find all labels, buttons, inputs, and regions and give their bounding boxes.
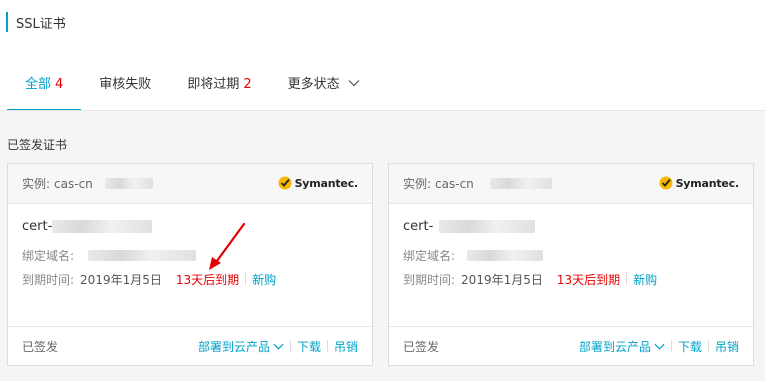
instance-value: cas-cn — [54, 176, 93, 191]
brand-name: Symantec. — [294, 176, 359, 190]
tab-more-status[interactable]: 更多状态 — [270, 58, 378, 111]
bound-domain-row: 绑定域名: — [403, 248, 739, 263]
revoke-link[interactable]: 吊销 — [334, 338, 358, 355]
chevron-down-icon[interactable] — [654, 341, 665, 352]
cert-prefix: cert- — [22, 218, 53, 234]
separator — [245, 273, 247, 285]
status-text: 已签发 — [22, 339, 59, 354]
expiry-label: 到期时间: — [22, 272, 75, 287]
separator — [289, 340, 291, 352]
divider — [0, 110, 765, 111]
status-tabs: 全部 4 审核失败 即将过期 2 更多状态 — [7, 58, 378, 111]
bound-domain-label: 绑定域名: — [22, 248, 75, 263]
expiry-date: 2019年1月5日 — [461, 272, 543, 287]
redacted-cert-name — [439, 219, 536, 233]
tab-more-status-label: 更多状态 — [287, 77, 340, 92]
tab-expiring-soon[interactable]: 即将过期 2 — [169, 58, 269, 111]
tab-expiring-count: 2 — [243, 77, 252, 92]
annotation-arrow-icon — [209, 222, 246, 270]
card-footer: 已签发 部署到云产品 下载 吊销 — [8, 326, 372, 365]
status-text: 已签发 — [403, 339, 440, 354]
title-accent-bar — [6, 12, 8, 32]
instance-value: cas-cn — [435, 176, 474, 191]
redacted-cert-name — [52, 219, 153, 233]
certificate-name: cert- — [22, 218, 358, 234]
renew-link[interactable]: 新购 — [252, 271, 276, 288]
checkmark-icon — [278, 176, 292, 190]
chevron-down-icon — [348, 80, 360, 87]
brand-logo: Symantec. — [278, 176, 358, 190]
expiry-label: 到期时间: — [403, 272, 456, 287]
instance-label: 实例: — [403, 177, 432, 191]
card-actions: 部署到云产品 下载 吊销 — [579, 338, 739, 355]
separator — [707, 340, 709, 352]
deploy-to-cloud-button[interactable]: 部署到云产品 — [198, 338, 270, 355]
tab-review-failed-label: 审核失败 — [99, 77, 152, 92]
tab-all[interactable]: 全部 4 — [7, 58, 82, 111]
expiry-date: 2019年1月5日 — [80, 272, 162, 287]
revoke-link[interactable]: 吊销 — [715, 338, 739, 355]
card-actions: 部署到云产品 下载 吊销 — [198, 338, 358, 355]
brand-name: Symantec. — [675, 176, 740, 190]
bound-domain-row: 绑定域名: — [22, 248, 358, 263]
card-body: cert- 绑定域名: 到期时间: 2019年1月5日 13天后到期 新购 — [389, 204, 753, 328]
page-title: SSL证书 — [16, 16, 66, 32]
expiry-notice: 13天后到期 — [175, 272, 240, 287]
card-body: cert- 绑定域名: 到期时间: 2019年1月5日 13天后到期 新购 — [8, 204, 372, 328]
tab-review-failed[interactable]: 审核失败 — [81, 58, 169, 111]
deploy-to-cloud-button[interactable]: 部署到云产品 — [579, 338, 651, 355]
title-area: SSL证书 — [6, 12, 66, 32]
download-link[interactable]: 下载 — [297, 338, 321, 355]
separator — [670, 340, 672, 352]
bound-domain-label: 绑定域名: — [403, 248, 456, 263]
tab-all-count: 4 — [55, 77, 64, 92]
certificate-card: 实例: cas-cn Symantec. cert- 绑定域名: 到期时间: 2… — [7, 163, 373, 366]
redacted-domain — [88, 249, 197, 261]
expiry-notice: 13天后到期 — [556, 272, 621, 287]
certificate-name: cert- — [403, 218, 739, 234]
renew-link[interactable]: 新购 — [633, 271, 657, 288]
card-header: 实例: cas-cn Symantec. — [8, 164, 372, 204]
expiry-row: 到期时间: 2019年1月5日 13天后到期 新购 — [22, 271, 358, 288]
redacted-instance-id — [104, 178, 153, 189]
card-footer: 已签发 部署到云产品 下载 吊销 — [389, 326, 753, 365]
download-link[interactable]: 下载 — [678, 338, 702, 355]
checkmark-icon — [659, 176, 673, 190]
tab-expiring-label: 即将过期 — [187, 77, 240, 92]
expiry-row: 到期时间: 2019年1月5日 13天后到期 新购 — [403, 271, 739, 288]
section-title: 已签发证书 — [7, 138, 68, 152]
redacted-instance-id — [489, 178, 552, 189]
redacted-domain — [467, 249, 544, 261]
tab-all-label: 全部 — [25, 77, 52, 92]
separator — [326, 340, 328, 352]
brand-logo: Symantec. — [659, 176, 739, 190]
top-bar: SSL证书 全部 4 审核失败 即将过期 2 更多状态 — [0, 0, 765, 111]
chevron-down-icon[interactable] — [273, 341, 284, 352]
card-header: 实例: cas-cn Symantec. — [389, 164, 753, 204]
instance-label: 实例: — [22, 177, 51, 191]
separator — [626, 273, 628, 285]
certificate-card: 实例: cas-cn Symantec. cert- 绑定域名: 到期时间: 2… — [388, 163, 754, 366]
cert-prefix: cert- — [403, 218, 434, 234]
